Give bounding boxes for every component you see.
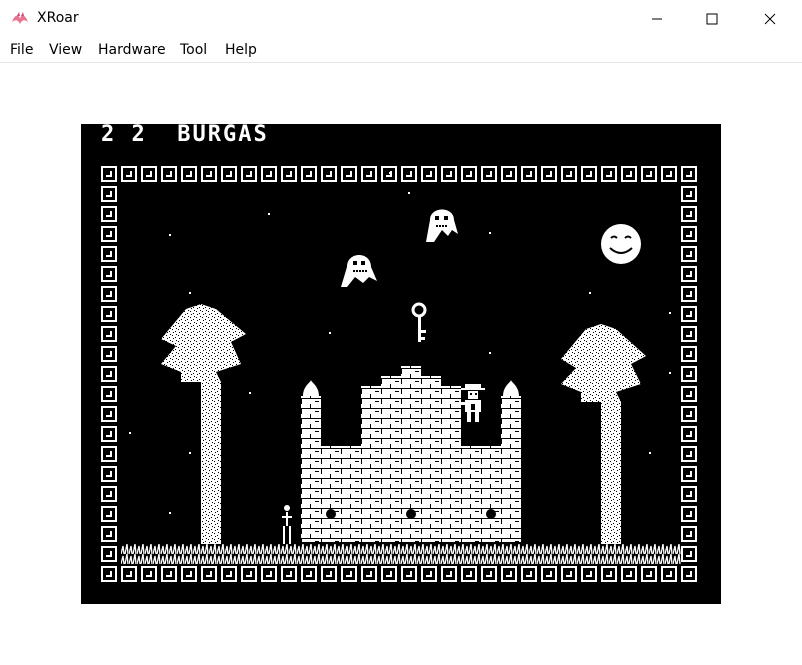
maximize-button[interactable]: [689, 0, 735, 38]
smiling-moon: [601, 224, 641, 264]
game-scene: [121, 209, 681, 564]
castle: [301, 366, 521, 564]
menu-hardware[interactable]: Hardware: [98, 42, 166, 58]
left-tree: [161, 304, 246, 552]
menu-view[interactable]: View: [49, 42, 82, 58]
player-character: [457, 384, 485, 422]
window-title: XRoar: [37, 10, 79, 26]
right-tree: [561, 324, 646, 552]
close-button[interactable]: [747, 0, 793, 38]
menu-bar: File View Hardware Tool Help: [0, 38, 802, 63]
menu-help[interactable]: Help: [225, 42, 257, 58]
minimize-icon: [652, 18, 662, 20]
maximize-icon: [706, 13, 718, 25]
minimize-button[interactable]: [634, 0, 680, 38]
xroar-app-icon: [12, 12, 28, 24]
grass-ground: [121, 544, 681, 564]
emulator-screen[interactable]: 2 2 BURGAS: [81, 124, 721, 604]
menu-tool[interactable]: Tool: [180, 42, 207, 58]
close-icon: [764, 13, 776, 25]
key-item: [411, 302, 427, 342]
ghost-2: [341, 255, 377, 287]
ghost-1: [426, 209, 458, 242]
skeleton-enemy: [282, 505, 292, 544]
title-bar: XRoar: [0, 0, 802, 38]
menu-file[interactable]: File: [10, 42, 33, 58]
